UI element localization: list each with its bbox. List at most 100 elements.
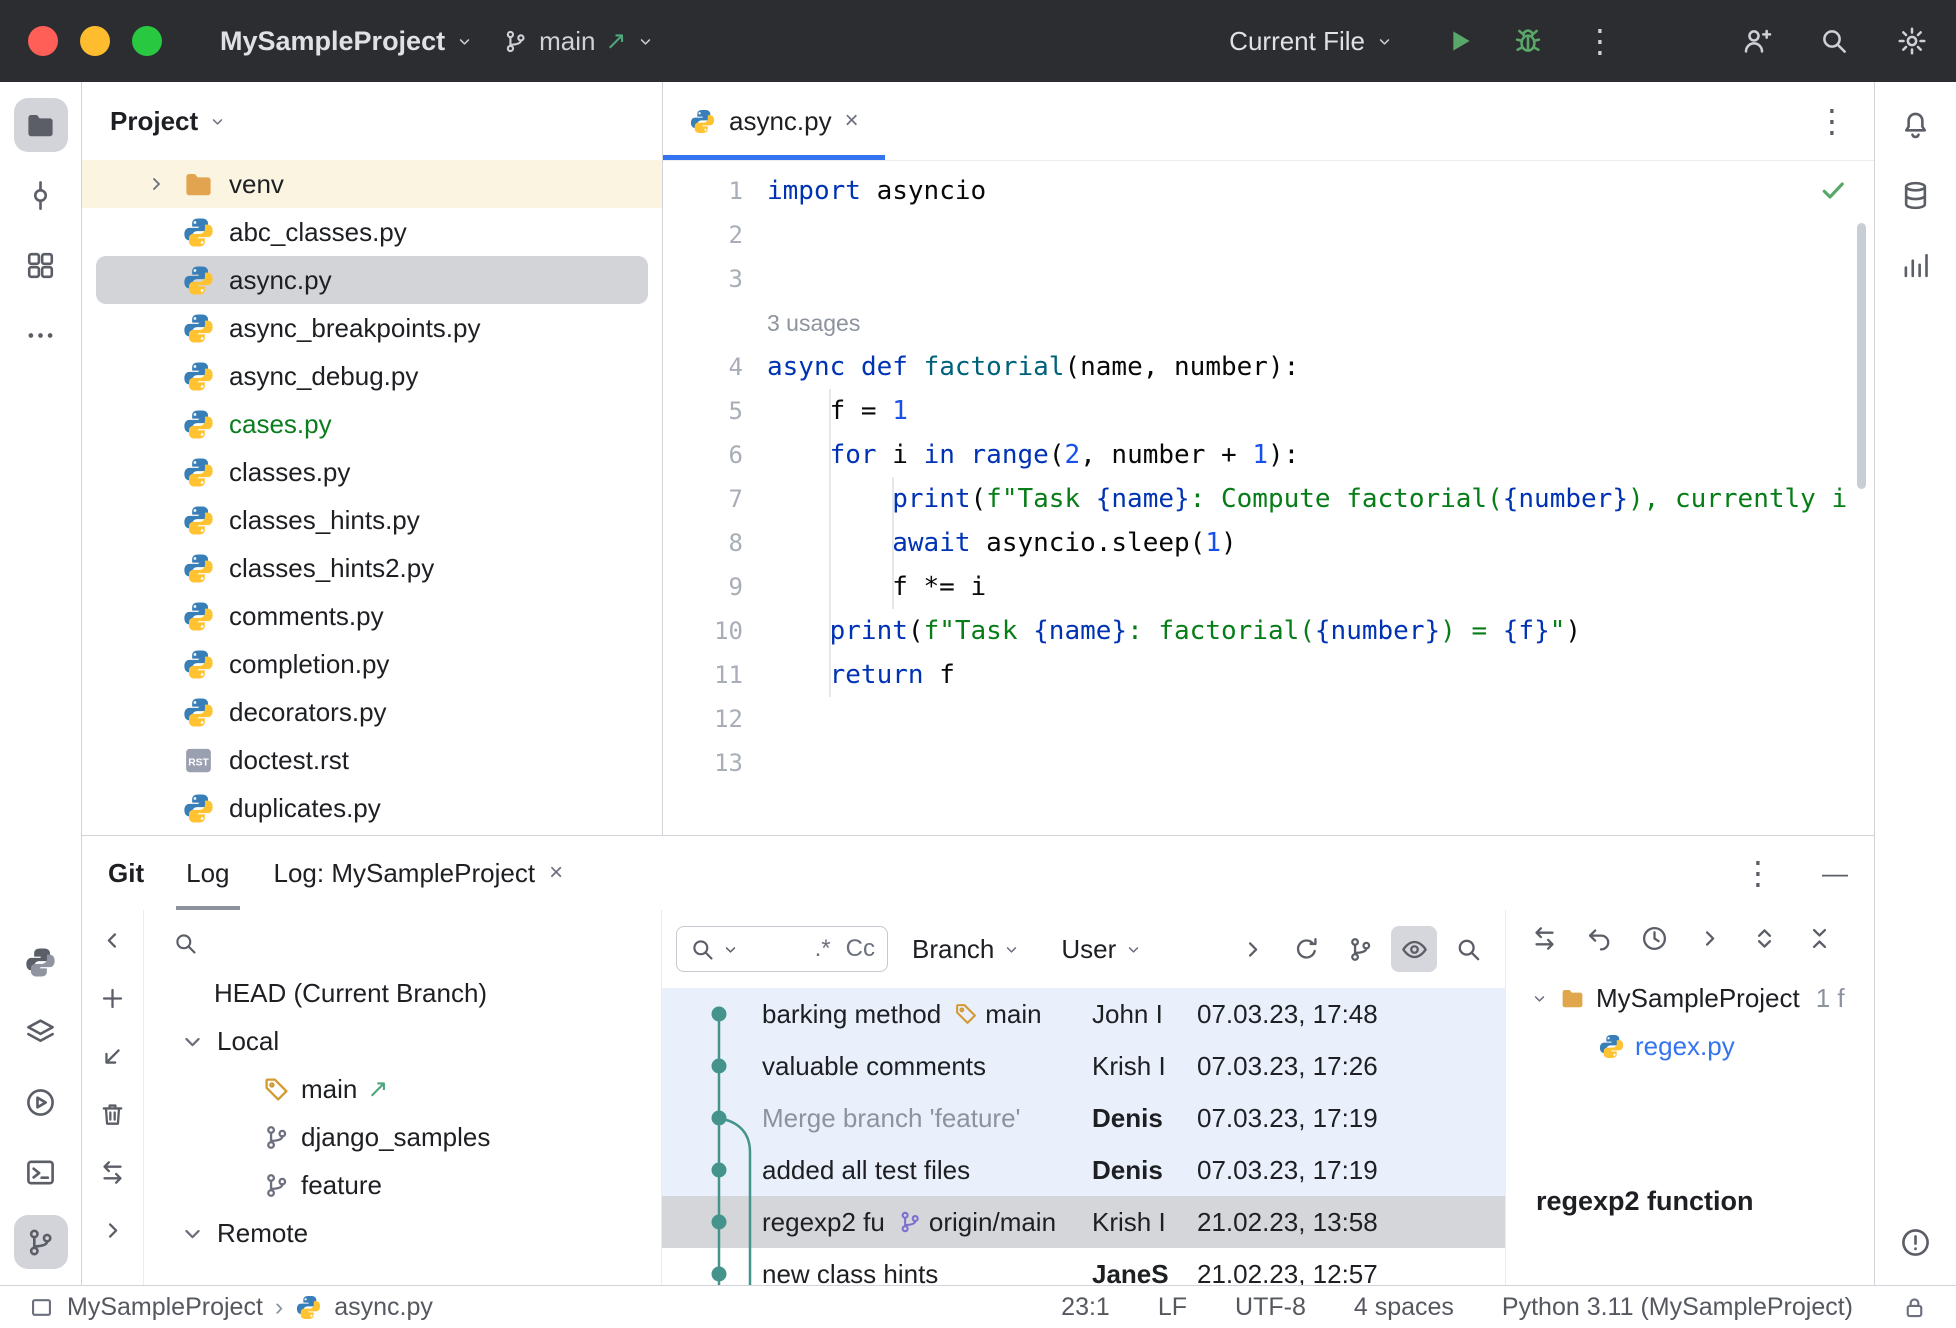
- close-window-button[interactable]: [28, 26, 58, 56]
- indent-style[interactable]: 4 spaces: [1354, 1293, 1454, 1322]
- commit-row[interactable]: regexp2 fu origin/main Krish I 21.02.23, 13…: [662, 1196, 1505, 1248]
- version-control-tool-button[interactable]: [13, 1215, 68, 1269]
- project-tool-button[interactable]: [13, 98, 68, 152]
- notifications-tool-button[interactable]: [1889, 98, 1943, 152]
- close-tab-icon[interactable]: ×: [549, 861, 563, 885]
- python-packages-tool-button[interactable]: [14, 935, 68, 989]
- git-tab-log-mysampleproject[interactable]: Log: MySampleProject ×: [252, 836, 586, 910]
- branch-widget[interactable]: main ↗: [488, 16, 669, 67]
- python-console-tool-button[interactable]: [14, 1005, 68, 1059]
- inspections-ok-icon[interactable]: [1818, 175, 1848, 205]
- collapse-panel-button[interactable]: [98, 926, 127, 962]
- compare-with-local-button[interactable]: [1530, 924, 1559, 960]
- branch-row-feature[interactable]: feature: [144, 1161, 661, 1209]
- chevron-down-icon[interactable]: [178, 1219, 207, 1248]
- lock-icon[interactable]: [1901, 1294, 1928, 1321]
- branch-row-main[interactable]: main ↗: [144, 1065, 661, 1113]
- settings-button[interactable]: [1896, 25, 1928, 57]
- changed-root-row[interactable]: MySampleProject 1 f: [1506, 974, 1874, 1022]
- user-filter[interactable]: User: [1045, 934, 1159, 965]
- ref-main[interactable]: main: [953, 999, 1042, 1030]
- code-line-12[interactable]: 12: [663, 697, 1874, 741]
- git-tab-log[interactable]: Log: [164, 836, 251, 910]
- breadcrumb-project[interactable]: MySampleProject: [67, 1293, 263, 1322]
- project-tree-item-decorators.py[interactable]: decorators.py: [82, 688, 662, 736]
- code-with-me-button[interactable]: [1740, 25, 1772, 57]
- structure-tool-button[interactable]: [14, 238, 68, 292]
- commit-row[interactable]: valuable comments Krish I 07.03.23, 17:26: [662, 1040, 1505, 1092]
- expand-all-button[interactable]: [1750, 924, 1779, 960]
- branch-row-django_samples[interactable]: django_samples: [144, 1113, 661, 1161]
- project-widget[interactable]: MySampleProject: [206, 16, 488, 67]
- code-line-3[interactable]: 3: [663, 257, 1874, 301]
- code-editor[interactable]: 1 import asyncio 2 3 3 usages 4 async def fact…: [663, 161, 1874, 835]
- show-intermediate-button[interactable]: [1229, 926, 1275, 972]
- more-run-actions-button[interactable]: ⋮: [1580, 25, 1620, 57]
- project-tree-item-async_breakpoints.py[interactable]: async_breakpoints.py: [82, 304, 662, 352]
- editor-tab-async-py[interactable]: async.py ×: [663, 82, 885, 160]
- terminal-tool-button[interactable]: [14, 1145, 68, 1199]
- code-line-9[interactable]: 9 f *= i: [663, 565, 1874, 609]
- more-tool-windows-button[interactable]: [14, 308, 68, 362]
- log-filter-field[interactable]: .* Cc: [676, 926, 888, 972]
- usages-inlay-hint[interactable]: 3 usages: [767, 310, 860, 336]
- new-branch-button[interactable]: [98, 984, 127, 1020]
- code-line-7[interactable]: 7 print(f"Task {name}: Compute factorial…: [663, 477, 1874, 521]
- refresh-log-button[interactable]: [1283, 926, 1329, 972]
- code-line-13[interactable]: 13: [663, 741, 1874, 785]
- code-line-11[interactable]: 11 return f: [663, 653, 1874, 697]
- expand-panel-button[interactable]: [98, 1216, 127, 1252]
- code-line-2[interactable]: 2: [663, 213, 1874, 257]
- file-encoding[interactable]: UTF-8: [1235, 1293, 1306, 1322]
- project-tree-item-classes.py[interactable]: classes.py: [82, 448, 662, 496]
- code-line-1[interactable]: 1 import asyncio: [663, 169, 1874, 213]
- commit-row[interactable]: barking method main John I 07.03.23, 17:48: [662, 988, 1505, 1040]
- breadcrumb-file[interactable]: async.py: [334, 1293, 433, 1322]
- code-line-6[interactable]: 6 for i in range(2, number + 1):: [663, 433, 1874, 477]
- compare-branches-button[interactable]: [98, 1158, 127, 1194]
- run-config-selector[interactable]: Current File: [1215, 16, 1408, 67]
- delete-branch-button[interactable]: [98, 1100, 127, 1136]
- code-line-10[interactable]: 10 print(f"Task {name}: factorial({numbe…: [663, 609, 1874, 653]
- branch-row-Local[interactable]: Local: [144, 1017, 661, 1065]
- project-tree-item-cases.py[interactable]: cases.py: [82, 400, 662, 448]
- changed-file-row[interactable]: regex.py: [1506, 1022, 1874, 1070]
- code-line-inlay[interactable]: 3 usages: [663, 301, 1874, 345]
- chevron-right-icon[interactable]: [144, 172, 182, 196]
- hide-panel-icon[interactable]: —: [1822, 858, 1848, 889]
- project-tree-item-async_debug.py[interactable]: async_debug.py: [82, 352, 662, 400]
- commit-row[interactable]: Merge branch 'feature' Denis 07.03.23, 17:…: [662, 1092, 1505, 1144]
- services-tool-button[interactable]: [14, 1075, 68, 1129]
- project-tree-item-classes_hints2.py[interactable]: classes_hints2.py: [82, 544, 662, 592]
- view-options-button[interactable]: [1391, 926, 1437, 972]
- project-tree-item-abc_classes.py[interactable]: abc_classes.py: [82, 208, 662, 256]
- go-to-hash-button[interactable]: [1445, 926, 1491, 972]
- project-tree-item-comments.py[interactable]: comments.py: [82, 592, 662, 640]
- commit-tool-button[interactable]: [14, 168, 68, 222]
- minimize-window-button[interactable]: [80, 26, 110, 56]
- plots-tool-button[interactable]: [1889, 238, 1943, 292]
- branch-row-HEAD (Current Branch)[interactable]: HEAD (Current Branch): [144, 969, 661, 1017]
- search-branches-icon[interactable]: [172, 930, 199, 957]
- project-panel-header[interactable]: Project: [82, 82, 662, 160]
- project-tree-item-venv[interactable]: venv: [82, 160, 662, 208]
- search-everywhere-button[interactable]: [1818, 25, 1850, 57]
- graph-options-button[interactable]: [1337, 926, 1383, 972]
- show-history-button[interactable]: [1640, 924, 1669, 960]
- python-interpreter[interactable]: Python 3.11 (MySampleProject): [1502, 1293, 1853, 1322]
- code-line-5[interactable]: 5 f = 1: [663, 389, 1874, 433]
- ref-origin/main[interactable]: origin/main: [897, 1207, 1056, 1238]
- more-details-button[interactable]: [1695, 924, 1724, 960]
- git-options-icon[interactable]: ⋮: [1738, 857, 1778, 889]
- regex-toggle[interactable]: .*: [815, 935, 831, 963]
- collapse-all-button[interactable]: [1805, 924, 1834, 960]
- close-tab-icon[interactable]: ×: [845, 109, 859, 133]
- chevron-down-icon[interactable]: [178, 1027, 207, 1056]
- zoom-window-button[interactable]: [132, 26, 162, 56]
- project-tree-item-completion.py[interactable]: completion.py: [82, 640, 662, 688]
- run-button[interactable]: [1444, 25, 1476, 57]
- branch-row-Remote[interactable]: Remote: [144, 1209, 661, 1257]
- code-line-8[interactable]: 8 await asyncio.sleep(1): [663, 521, 1874, 565]
- problems-tool-button[interactable]: [1889, 1215, 1943, 1269]
- project-tree-item-doctest.rst[interactable]: RST doctest.rst: [82, 736, 662, 784]
